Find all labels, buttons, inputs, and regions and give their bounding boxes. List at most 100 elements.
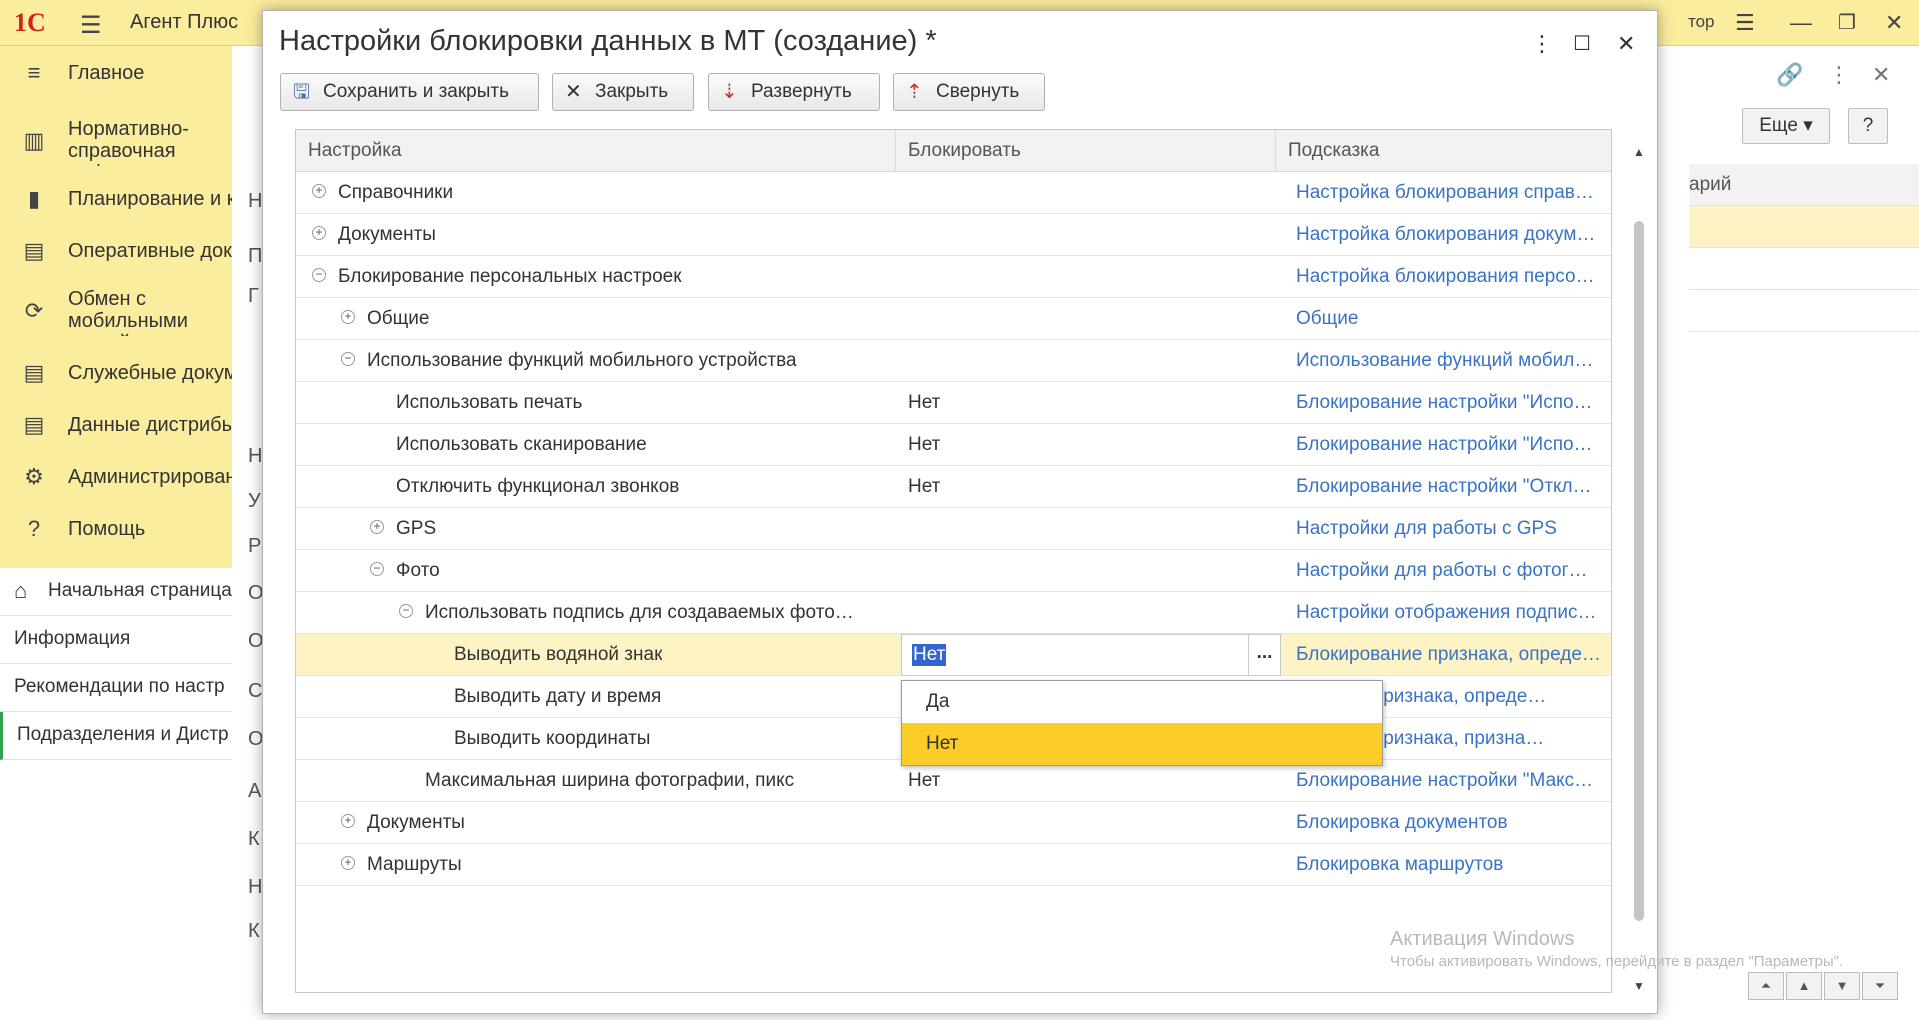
setting-hint-link[interactable]: Настройка блокирования справ… [1296,172,1608,214]
setting-hint-link[interactable]: Настройки для работы с фотог… [1296,550,1608,592]
panel-item-recommendations[interactable]: Рекомендации по настр [0,664,232,712]
scrollbar-thumb[interactable] [1634,221,1644,921]
column-header-block[interactable]: Блокировать [896,130,1276,172]
table-row[interactable]: Отключить функционал звонков Нет Блокиро… [296,466,1611,508]
setting-hint-link[interactable]: Блокирование настройки "Макс… [1296,760,1608,802]
more-vertical-icon[interactable]: ⋮ [1828,62,1850,88]
table-row[interactable]: Использовать печать Нет Блокирование нас… [296,382,1611,424]
sidebar-item-mobile-exchange[interactable]: ⟳ Обмен с мобильными устройствами [0,282,232,342]
sidebar-item-distributor-data[interactable]: ▤ Данные дистрибь [0,404,232,448]
table-row[interactable]: − Фото Настройки для работы с фотог… [296,550,1611,592]
expand-row-icon[interactable]: + [341,814,355,828]
setting-hint-link[interactable]: Блокирование настройки "Откл… [1296,466,1608,508]
more-vertical-icon[interactable]: ⋮ [1531,33,1553,55]
sidebar-item-label: Планирование и к [68,188,236,210]
collapse-button[interactable]: ⇡ Свернуть [893,73,1045,111]
functions-menu-icon[interactable]: ☰ [1735,10,1755,36]
collapse-icon: ⇡ [906,81,923,103]
setting-hint-link[interactable]: Настройка блокирования докум… [1296,214,1608,256]
panel-item-home[interactable]: ⌂ Начальная страница [0,568,232,616]
setting-hint-link[interactable]: Блокирование настройки "Испо… [1296,424,1608,466]
collapse-row-icon[interactable]: − [341,352,355,366]
dropdown-option-no[interactable]: Нет [902,723,1382,765]
block-value[interactable]: Нет [908,760,1288,802]
sidebar-item-planning[interactable]: ▮ Планирование и к [0,178,236,222]
expand-row-icon[interactable]: + [341,310,355,324]
expand-row-icon[interactable]: + [312,226,326,240]
help-icon: ? [27,516,41,541]
save-and-close-button[interactable]: 🖫 Сохранить и закрыть [280,73,539,111]
setting-hint-link[interactable]: Настройки для работы с GPS [1296,508,1608,550]
table-row[interactable]: Использовать сканирование Нет Блокирован… [296,424,1611,466]
sidebar-item-main[interactable]: ≡ Главное [0,52,232,96]
table-row[interactable]: + Документы Блокировка документов [296,802,1611,844]
expand-label: Развернуть [751,81,852,102]
first-page-button[interactable]: ⏶ [1748,972,1784,1000]
restore-icon[interactable]: ❐ [1838,10,1856,35]
block-value-editor[interactable]: Нет ... [901,634,1281,676]
close-button[interactable]: ✕ Закрыть [552,73,694,111]
link-icon[interactable]: 🔗 [1776,62,1803,88]
sidebar-item-reference[interactable]: ▥ Нормативно-справочная информация [0,112,232,172]
choose-value-button[interactable]: ... [1248,635,1280,675]
table-row[interactable]: − Использовать подпись для создаваемых ф… [296,592,1611,634]
setting-hint-link[interactable]: Общие [1296,298,1608,340]
setting-hint-link[interactable]: Блокировка документов [1296,802,1608,844]
table-row[interactable]: − Использование функций мобильного устро… [296,340,1611,382]
setting-name: Использовать печать [396,392,583,413]
table-row-selected[interactable]: Выводить водяной знак Нет ... Блокирован… [296,634,1611,676]
app-close-icon[interactable]: ✕ [1885,10,1903,36]
sidebar-item-help[interactable]: ? Помощь [0,508,232,552]
expand-button[interactable]: ⇣ Развернуть [708,73,880,111]
setting-hint-link[interactable]: Блокировка маршрутов [1296,844,1608,886]
table-row[interactable]: + Общие Общие [296,298,1611,340]
block-value[interactable]: Нет [908,424,1288,466]
sidebar-item-label: Главное [68,62,145,84]
column-header-setting[interactable]: Настройка [296,130,896,172]
table-row[interactable] [1689,206,1919,248]
setting-hint-link[interactable]: Блокирование признака, опреде… [1296,634,1608,676]
table-row[interactable]: + Справочники Настройка блокирования спр… [296,172,1611,214]
maximize-icon[interactable]: ☐ [1573,33,1591,55]
sidebar-item-admin[interactable]: ⚙ Администрирован [0,456,236,500]
setting-hint-link[interactable]: Настройки отображения подпис… [1296,592,1608,634]
expand-row-icon[interactable]: + [370,520,384,534]
settings-tree-table: Настройка Блокировать Подсказка + Справо… [295,129,1612,993]
sidebar-item-operational[interactable]: ▤ Оперативные док [0,230,232,274]
panel-item-information[interactable]: Информация [0,616,232,664]
table-row[interactable]: + GPS Настройки для работы с GPS [296,508,1611,550]
menu-icon[interactable]: ☰ [80,11,102,40]
prev-page-button[interactable]: ▲ [1786,972,1822,1000]
dropdown-option-yes[interactable]: Да [902,681,1382,723]
block-value-input[interactable]: Нет [912,644,947,666]
table-row[interactable]: + Документы Настройка блокирования докум… [296,214,1611,256]
close-icon[interactable]: ✕ [1872,62,1890,88]
scroll-down-icon[interactable]: ▼ [1633,979,1645,993]
vertical-scrollbar[interactable]: ▲ ▼ [1630,131,1648,996]
table-row[interactable]: + Маршруты Блокировка маршрутов [296,844,1611,886]
setting-hint-link[interactable]: Настройка блокирования персо… [1296,256,1608,298]
more-button[interactable]: Еще ▾ [1742,108,1830,144]
expand-row-icon[interactable]: + [312,184,326,198]
dialog-close-icon[interactable]: ✕ [1617,33,1635,55]
expand-row-icon[interactable]: + [341,856,355,870]
table-row[interactable] [1689,248,1919,290]
scroll-up-icon[interactable]: ▲ [1633,145,1645,159]
column-header-hint[interactable]: Подсказка [1276,130,1611,172]
table-row[interactable]: Максимальная ширина фотографии, пикс Нет… [296,760,1611,802]
collapse-row-icon[interactable]: − [312,268,326,282]
last-page-button[interactable]: ⏷ [1862,972,1898,1000]
block-value[interactable]: Нет [908,466,1288,508]
next-page-button[interactable]: ▼ [1824,972,1860,1000]
panel-item-divisions[interactable]: Подразделения и Дистр [0,712,232,760]
block-value[interactable]: Нет [908,382,1288,424]
table-row[interactable]: − Блокирование персональных настроек Нас… [296,256,1611,298]
collapse-row-icon[interactable]: − [370,562,384,576]
sidebar-item-service-docs[interactable]: ▤ Служебные докум [0,352,238,396]
help-button[interactable]: ? [1848,108,1888,144]
minimize-icon[interactable]: — [1790,10,1812,36]
collapse-row-icon[interactable]: − [399,604,413,618]
table-row[interactable] [1689,290,1919,332]
setting-hint-link[interactable]: Использование функций мобил… [1296,340,1608,382]
setting-hint-link[interactable]: Блокирование настройки "Испо… [1296,382,1608,424]
